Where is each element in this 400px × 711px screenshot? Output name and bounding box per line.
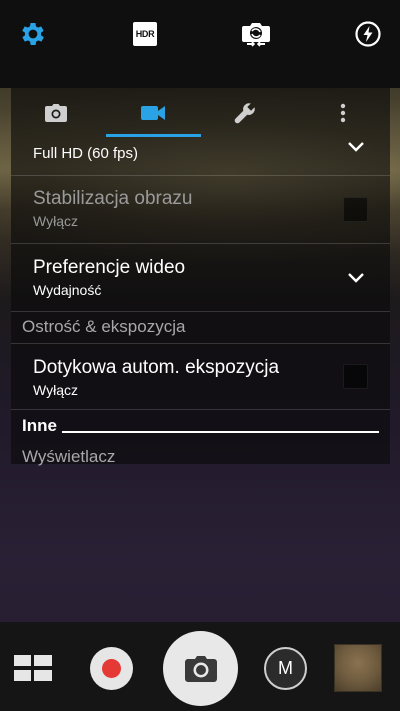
video-resolution-value: Full HD (60 fps) bbox=[33, 145, 139, 162]
section-title-focus: Ostrość & ekspozycja bbox=[22, 317, 186, 336]
video-camera-icon bbox=[141, 106, 165, 120]
section-focus-exposure: Ostrość & ekspozycja bbox=[11, 311, 390, 343]
more-vertical-icon bbox=[340, 103, 346, 123]
stabilization-value: Wyłącz bbox=[33, 213, 78, 229]
touch-exposure-title: Dotykowa autom. ekspozycja bbox=[33, 357, 280, 378]
hdr-icon[interactable]: HDR bbox=[129, 18, 161, 50]
tab-tools-settings[interactable] bbox=[205, 88, 285, 138]
settings-panel: Full HD (60 fps) Stabilizacja obrazu Wył… bbox=[11, 88, 390, 466]
tab-photo-settings[interactable] bbox=[16, 88, 96, 138]
photo-camera-icon bbox=[45, 104, 67, 122]
video-resolution-row[interactable]: Full HD (60 fps) bbox=[11, 138, 390, 175]
stabilization-title: Stabilizacja obrazu bbox=[33, 188, 193, 209]
hdr-label: HDR bbox=[135, 29, 155, 39]
manual-mode-label: M bbox=[278, 658, 293, 678]
selected-tab-indicator bbox=[106, 134, 201, 137]
top-toolbar: HDR bbox=[0, 0, 400, 88]
section-other: Inne bbox=[11, 409, 390, 437]
record-video-button[interactable] bbox=[90, 647, 133, 690]
tab-more-options[interactable] bbox=[303, 88, 383, 138]
wrench-icon bbox=[234, 103, 255, 124]
flash-auto-icon[interactable] bbox=[352, 18, 384, 50]
shutter-button[interactable] bbox=[163, 631, 238, 706]
touch-exposure-checkbox[interactable] bbox=[343, 364, 368, 389]
settings-tabs bbox=[11, 88, 390, 138]
display-settings-item[interactable]: Wyświetlacz bbox=[11, 437, 390, 466]
stabilization-checkbox[interactable] bbox=[343, 197, 368, 222]
record-icon bbox=[102, 659, 121, 678]
tab-video-settings[interactable] bbox=[113, 88, 193, 138]
display-settings-label: Wyświetlacz bbox=[22, 447, 116, 466]
video-preference-value: Wydajność bbox=[33, 282, 102, 298]
chevron-down-icon bbox=[348, 273, 364, 283]
video-preference-row[interactable]: Preferencje wideo Wydajność bbox=[11, 243, 390, 311]
section-title-other: Inne bbox=[22, 416, 57, 435]
switch-camera-icon[interactable] bbox=[240, 18, 272, 50]
gallery-thumbnail[interactable] bbox=[334, 644, 382, 692]
touch-exposure-row[interactable]: Dotykowa autom. ekspozycja Wyłącz bbox=[11, 343, 390, 409]
mode-grid-icon[interactable] bbox=[14, 655, 52, 682]
gear-icon[interactable] bbox=[17, 18, 49, 50]
stabilization-row[interactable]: Stabilizacja obrazu Wyłącz bbox=[11, 175, 390, 243]
touch-exposure-value: Wyłącz bbox=[33, 382, 78, 398]
camera-icon bbox=[184, 655, 217, 682]
chevron-down-icon bbox=[348, 142, 364, 152]
section-divider bbox=[62, 431, 379, 433]
manual-mode-button[interactable]: M bbox=[264, 647, 307, 690]
video-preference-title: Preferencje wideo bbox=[33, 257, 186, 278]
